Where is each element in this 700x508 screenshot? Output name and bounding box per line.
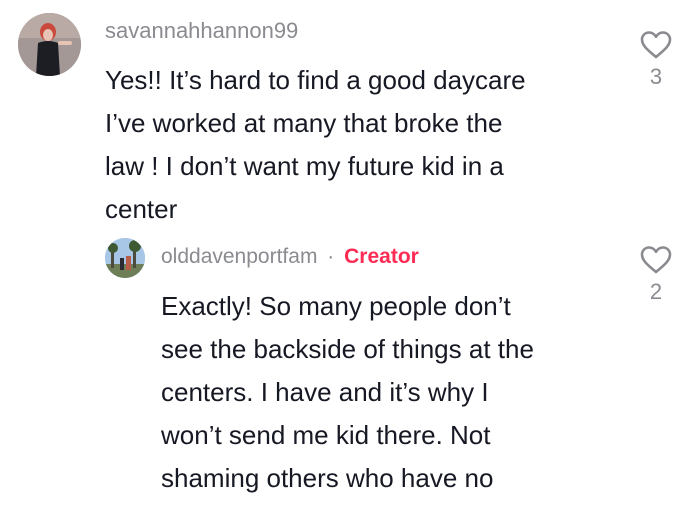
- comment-text-line: Yes!! It’s hard to find a good daycare: [105, 65, 526, 95]
- comment-text: Yes!! It’s hard to find a good daycare I…: [105, 59, 526, 231]
- comment-text-line: won’t send me kid there. Not: [161, 420, 491, 450]
- heart-outline-icon: [640, 31, 672, 59]
- comment-username[interactable]: savannahhannon99: [105, 18, 298, 44]
- comment-text-line: law ! I don’t want my future kid in a: [105, 151, 504, 181]
- comment-text-line: center: [105, 194, 178, 224]
- comment-text-line: shaming others who have no: [161, 463, 494, 493]
- badge-separator: ·: [327, 245, 335, 268]
- comment-text-line: see the backside of things at the: [161, 334, 534, 364]
- avatar-image: [18, 13, 81, 76]
- avatar[interactable]: [18, 13, 81, 76]
- heart-outline-icon: [640, 246, 672, 274]
- avatar[interactable]: [105, 238, 145, 278]
- like-count: 3: [649, 64, 663, 89]
- like-button[interactable]: 2: [636, 245, 676, 305]
- comment-reply: olddavenportfam · Creator Exactly! So ma…: [0, 230, 700, 508]
- creator-badge: Creator: [344, 245, 419, 268]
- comment-text-line: centers. I have and it’s why I: [161, 377, 489, 407]
- username-text: olddavenportfam: [161, 245, 318, 268]
- avatar-image: [105, 238, 145, 278]
- comment-text-line: Exactly! So many people don’t: [161, 291, 511, 321]
- like-button[interactable]: 3: [636, 30, 676, 90]
- comment-text: Exactly! So many people don’t see the ba…: [161, 285, 534, 500]
- comment-text-line: I’ve worked at many that broke the: [105, 108, 503, 138]
- like-count: 2: [649, 279, 663, 304]
- comment-username[interactable]: olddavenportfam · Creator: [161, 245, 419, 269]
- comment: savannahhannon99 Yes!! It’s hard to find…: [0, 0, 700, 230]
